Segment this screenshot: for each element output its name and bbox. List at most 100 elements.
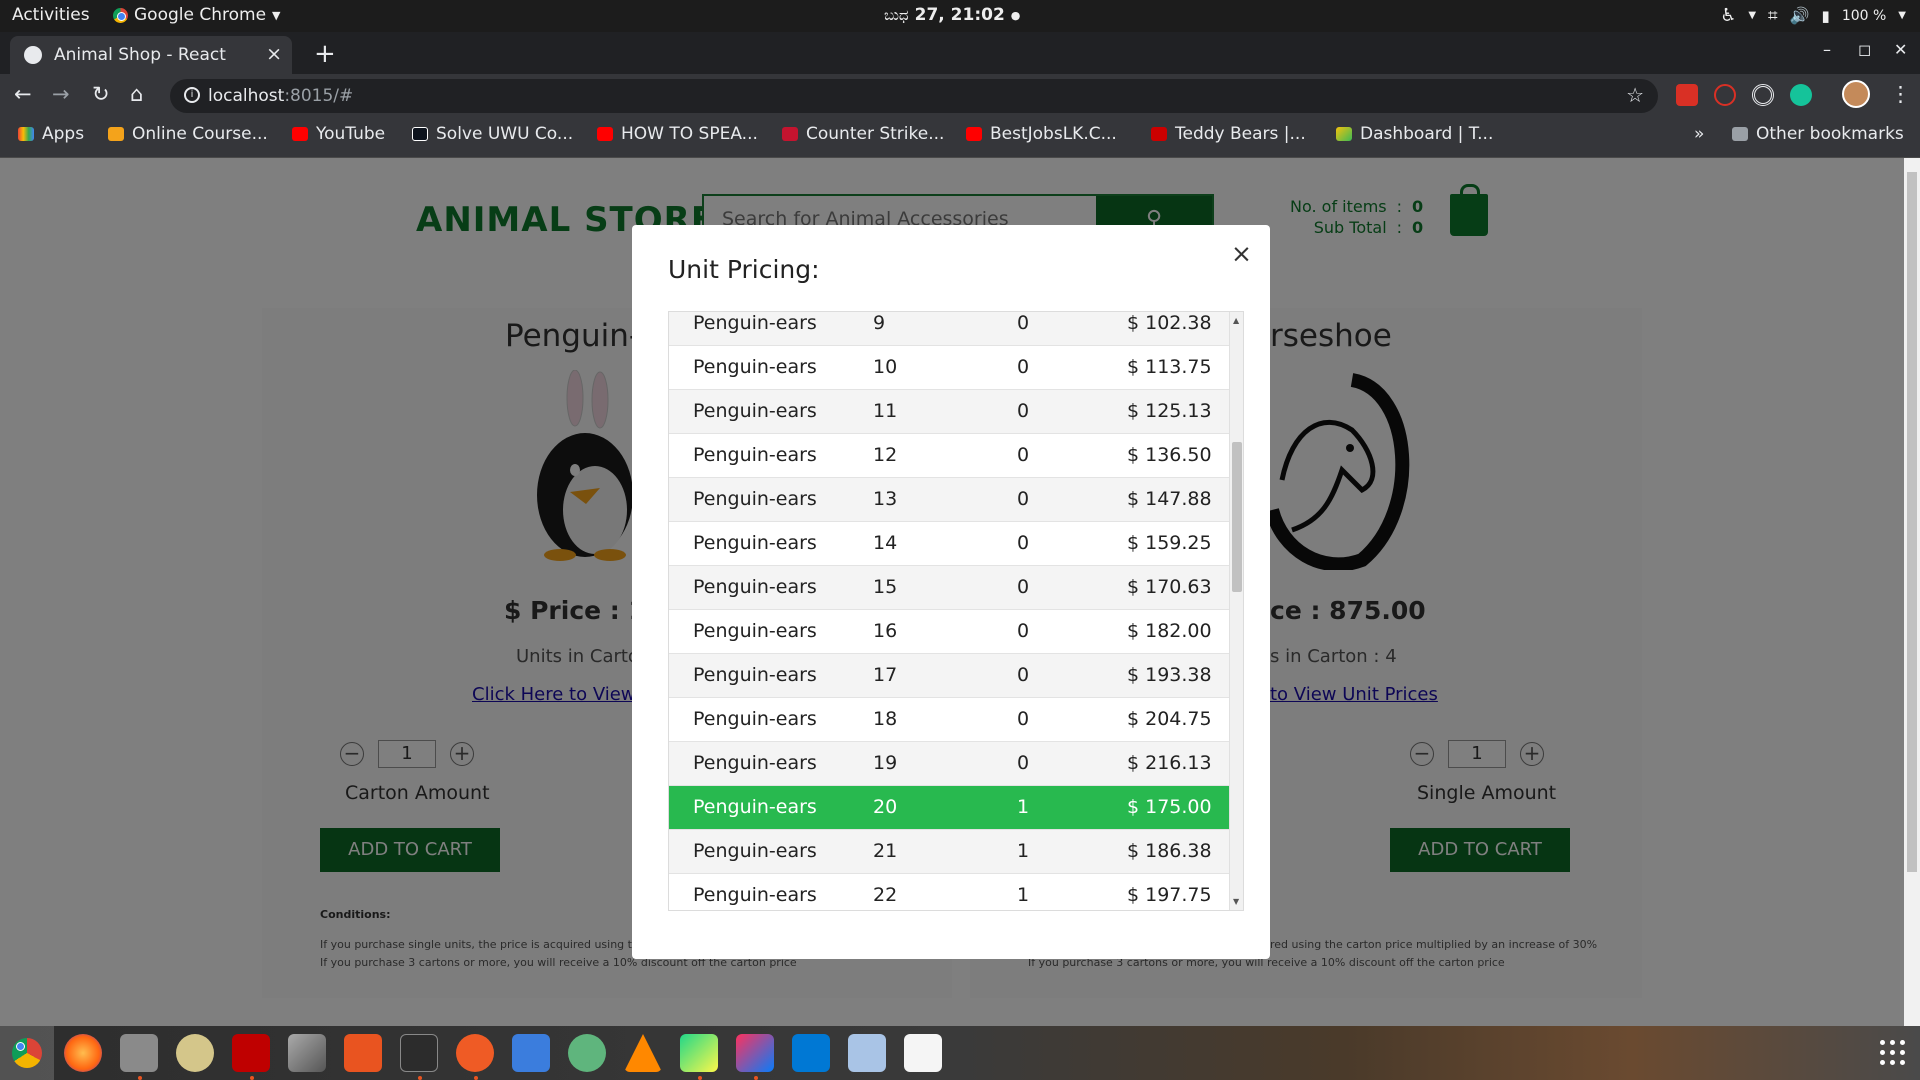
bookmarks-overflow[interactable]: » [1694, 124, 1704, 144]
table-row[interactable]: Penguin-ears 21 1 $ 186.38 [669, 830, 1231, 874]
running-indicator [698, 1076, 702, 1080]
unit-pricing-modal: Unit Pricing: × Penguin-ears 9 0 $ 102.38 Pe… [632, 225, 1270, 959]
app-menu[interactable]: Google Chrome ▼ [113, 5, 281, 25]
dock-virtualbox-icon[interactable] [848, 1034, 886, 1072]
close-icon[interactable]: × [1231, 239, 1252, 268]
dock-software-icon[interactable] [344, 1034, 382, 1072]
system-tray[interactable]: ♿ ▼ ⌗ 🔊 ▮ 100 % ▼ [1720, 5, 1906, 26]
table-row[interactable]: Penguin-ears 13 0 $ 147.88 [669, 478, 1231, 522]
dock-pycharm-icon[interactable] [680, 1034, 718, 1072]
back-icon[interactable]: ← [14, 82, 32, 106]
dock-vlc-icon[interactable] [624, 1034, 662, 1072]
table-row[interactable]: Penguin-ears 17 0 $ 193.38 [669, 654, 1231, 698]
new-tab-button[interactable]: + [314, 39, 336, 69]
modal-title: Unit Pricing: [668, 255, 820, 284]
page-scroll-thumb[interactable] [1907, 172, 1917, 872]
chrome-icon [12, 1038, 42, 1068]
reload-icon[interactable]: ↻ [92, 82, 110, 106]
volume-icon[interactable]: 🔊 [1790, 6, 1810, 25]
table-row[interactable]: Penguin-ears 11 0 $ 125.13 [669, 390, 1231, 434]
product-name-cell: Penguin-ears [693, 796, 817, 818]
running-indicator [418, 1076, 422, 1080]
scroll-up-arrow-icon[interactable]: ▲ [1233, 316, 1239, 325]
extension-icon-red[interactable] [1676, 84, 1698, 106]
bookmark-star-icon[interactable]: ☆ [1626, 83, 1644, 107]
quantity-cell: 19 [873, 752, 898, 774]
page-scrollbar[interactable] [1904, 158, 1920, 1026]
maximize-icon[interactable]: ◻ [1858, 40, 1871, 59]
bookmark-counter-strike[interactable]: Counter Strike... [782, 124, 944, 144]
bookmark-teddy-bears[interactable]: Teddy Bears |... [1151, 124, 1306, 144]
bookmark-online-course[interactable]: Online Course... [108, 124, 268, 144]
bookmark-label: Other bookmarks [1756, 124, 1904, 144]
product-name-cell: Penguin-ears [693, 312, 817, 334]
scroll-thumb[interactable] [1232, 442, 1242, 592]
bookmark-dashboard[interactable]: Dashboard | T... [1336, 124, 1493, 144]
scroll-down-arrow-icon[interactable]: ▼ [1233, 897, 1239, 906]
table-row[interactable]: Penguin-ears 14 0 $ 159.25 [669, 522, 1231, 566]
dock-files-icon[interactable] [120, 1034, 158, 1072]
dock-tasks-icon[interactable] [512, 1034, 550, 1072]
dock-tools-icon[interactable] [288, 1034, 326, 1072]
table-row[interactable]: Penguin-ears 16 0 $ 182.00 [669, 610, 1231, 654]
extension-icon-target[interactable] [1752, 84, 1774, 106]
table-row[interactable]: Penguin-ears 18 0 $ 204.75 [669, 698, 1231, 742]
price-cell: $ 216.13 [1127, 752, 1212, 774]
price-cell: $ 186.38 [1127, 840, 1212, 862]
show-applications-icon[interactable] [1880, 1040, 1906, 1066]
unit-pricing-table[interactable]: Penguin-ears 9 0 $ 102.38 Penguin-ears 10 0 $ 1… [668, 311, 1244, 911]
dock-text-editor-icon[interactable] [904, 1034, 942, 1072]
site-info-icon[interactable]: i [184, 87, 200, 103]
battery-icon[interactable]: ▮ [1822, 7, 1830, 25]
dock-filezilla-icon[interactable] [232, 1034, 270, 1072]
close-tab-icon[interactable]: × [266, 43, 282, 65]
bookmark-label: Teddy Bears |... [1175, 124, 1306, 144]
minimize-icon[interactable]: – [1823, 40, 1831, 59]
home-icon[interactable]: ⌂ [130, 82, 143, 106]
dock-atom-icon[interactable] [568, 1034, 606, 1072]
table-row[interactable]: Penguin-ears 12 0 $ 136.50 [669, 434, 1231, 478]
quantity-cell: 15 [873, 576, 898, 598]
dock-postman-icon[interactable] [456, 1034, 494, 1072]
network-icon[interactable]: ⌗ [1768, 6, 1778, 26]
tab-animal-shop[interactable]: Animal Shop - React × [10, 36, 292, 74]
accessibility-icon[interactable]: ♿ [1720, 5, 1736, 26]
table-row[interactable]: Penguin-ears 9 0 $ 102.38 [669, 312, 1231, 346]
bookmark-youtube[interactable]: YouTube [292, 124, 385, 144]
bookmark-bestjobs[interactable]: BestJobsLK.C... [966, 124, 1117, 144]
dock-terminal-icon[interactable] [400, 1034, 438, 1072]
extension-icon-blocked[interactable] [1714, 84, 1736, 106]
close-window-icon[interactable]: ✕ [1894, 40, 1907, 59]
bookmarks-bar: Apps Online Course... YouTube Solve UWU … [0, 118, 1920, 158]
dock-intellij-icon[interactable] [736, 1034, 774, 1072]
bookmark-label: HOW TO SPEA... [621, 124, 758, 144]
forward-icon[interactable]: → [52, 82, 70, 106]
tab-title: Animal Shop - React [54, 45, 226, 65]
menu-kebab-icon[interactable]: ⋮ [1890, 82, 1911, 106]
dock-vscode-icon[interactable] [792, 1034, 830, 1072]
table-scrollbar[interactable]: ▲ ▼ [1229, 312, 1243, 910]
avatar[interactable] [1842, 80, 1870, 108]
page-viewport: ANIMAL STORE Search for Animal Accessori… [0, 158, 1904, 1026]
table-row[interactable]: Penguin-ears 20 1 $ 175.00 [669, 786, 1231, 830]
table-row[interactable]: Penguin-ears 15 0 $ 170.63 [669, 566, 1231, 610]
grammarly-icon[interactable] [1790, 84, 1812, 106]
table-row[interactable]: Penguin-ears 22 1 $ 197.75 [669, 874, 1231, 910]
clock[interactable]: ಬುಧ 27, 21:02 ● [884, 5, 1020, 25]
table-row[interactable]: Penguin-ears 10 0 $ 113.75 [669, 346, 1231, 390]
dock-chrome[interactable] [0, 1026, 54, 1080]
table-row[interactable]: Penguin-ears 19 0 $ 216.13 [669, 742, 1231, 786]
bookmark-apps[interactable]: Apps [18, 124, 84, 144]
bookmark-how-to-speak[interactable]: HOW TO SPEA... [597, 124, 758, 144]
address-bar[interactable]: i localhost:8015/# ☆ [170, 79, 1658, 113]
dock-webcam-icon[interactable] [176, 1034, 214, 1072]
activities-button[interactable]: Activities [12, 5, 90, 25]
chevron-down-icon: ▼ [1898, 10, 1906, 21]
bookmark-other[interactable]: Other bookmarks [1732, 124, 1904, 144]
dock-firefox-icon[interactable] [64, 1034, 102, 1072]
quantity-cell: 20 [873, 796, 898, 818]
youtube-icon [966, 127, 982, 141]
bookmark-label: Apps [42, 124, 85, 144]
cartons-cell: 0 [1017, 752, 1030, 774]
bookmark-solve-uwu[interactable]: Solve UWU Co... [412, 124, 573, 144]
